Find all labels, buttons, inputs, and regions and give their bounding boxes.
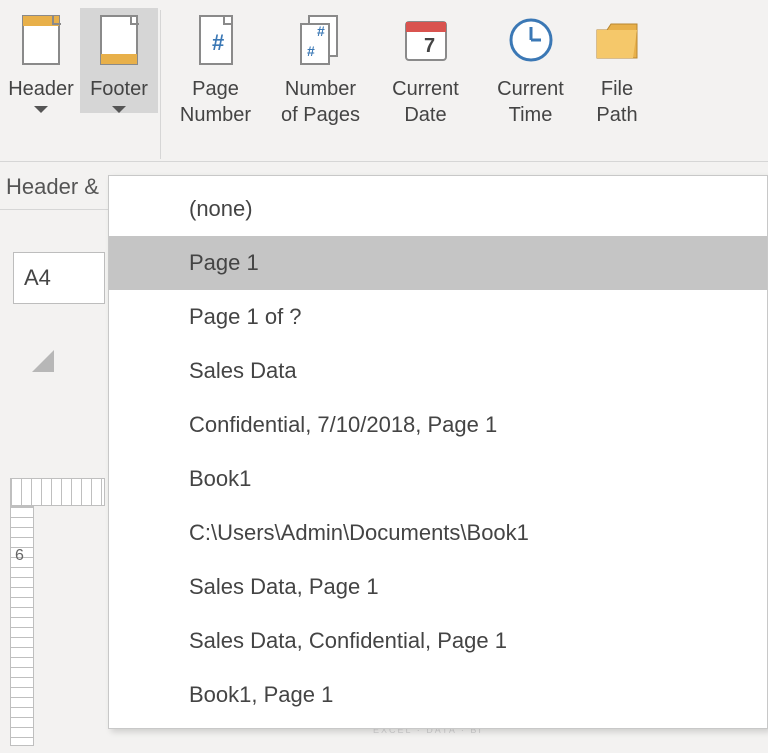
header-button[interactable]: Header [2, 8, 80, 113]
footer-option-book-page[interactable]: Book1, Page 1 [109, 668, 767, 722]
footer-option-sheet-page[interactable]: Sales Data, Page 1 [109, 560, 767, 614]
footer-option-confidential[interactable]: Confidential, 7/10/2018, Page 1 [109, 398, 767, 452]
footer-option-book[interactable]: Book1 [109, 452, 767, 506]
dropdown-caret-icon [34, 106, 48, 113]
ruler-horizontal [10, 478, 105, 506]
current-time-label: Current Time [497, 76, 564, 128]
footer-option-sheet-conf-page[interactable]: Sales Data, Confidential, Page 1 [109, 614, 767, 668]
group-label-text: Header & [6, 174, 99, 200]
footer-option-page1[interactable]: Page 1 [109, 236, 767, 290]
page-number-label: Page Number [180, 76, 251, 128]
footer-icon [91, 12, 147, 68]
ribbon-group-headerfooter: Header Footer [0, 8, 160, 161]
page-number-icon: # [188, 12, 244, 68]
footer-option-fullpath[interactable]: C:\Users\Admin\Documents\Book1 [109, 506, 767, 560]
page-number-button[interactable]: # Page Number [163, 8, 268, 128]
footer-option-sheetname[interactable]: Sales Data [109, 344, 767, 398]
ribbon: Header Footer # [0, 0, 768, 162]
file-path-button[interactable]: File Path [583, 8, 651, 128]
current-date-button[interactable]: 7 Current Date [373, 8, 478, 128]
current-date-icon: 7 [398, 12, 454, 68]
current-time-icon [503, 12, 559, 68]
ruler-vertical: 6 [10, 506, 34, 746]
select-all-triangle[interactable] [32, 350, 54, 372]
footer-option-page1of[interactable]: Page 1 of ? [109, 290, 767, 344]
svg-text:#: # [212, 30, 224, 55]
svg-text:#: # [307, 43, 315, 59]
file-path-icon [589, 12, 645, 68]
svg-text:#: # [317, 23, 325, 39]
footer-button[interactable]: Footer [80, 8, 158, 113]
footer-label: Footer [90, 76, 148, 102]
name-box-value: A4 [24, 265, 51, 291]
name-box[interactable]: A4 [13, 252, 105, 304]
svg-text:7: 7 [424, 35, 435, 57]
ruler-number: 6 [15, 547, 24, 565]
dropdown-caret-icon [112, 106, 126, 113]
number-of-pages-button[interactable]: # # Number of Pages [268, 8, 373, 128]
number-of-pages-label: Number of Pages [281, 76, 360, 128]
footer-option-none[interactable]: (none) [109, 182, 767, 236]
current-date-label: Current Date [392, 76, 459, 128]
header-label: Header [8, 76, 74, 102]
namebox-area: A4 [0, 232, 108, 312]
file-path-label: File Path [596, 76, 637, 128]
number-of-pages-icon: # # [293, 12, 349, 68]
ribbon-group-elements: # Page Number # # Number of Pages [161, 8, 653, 161]
footer-dropdown-menu: (none) Page 1 Page 1 of ? Sales Data Con… [108, 175, 768, 729]
current-time-button[interactable]: Current Time [478, 8, 583, 128]
header-icon [13, 12, 69, 68]
